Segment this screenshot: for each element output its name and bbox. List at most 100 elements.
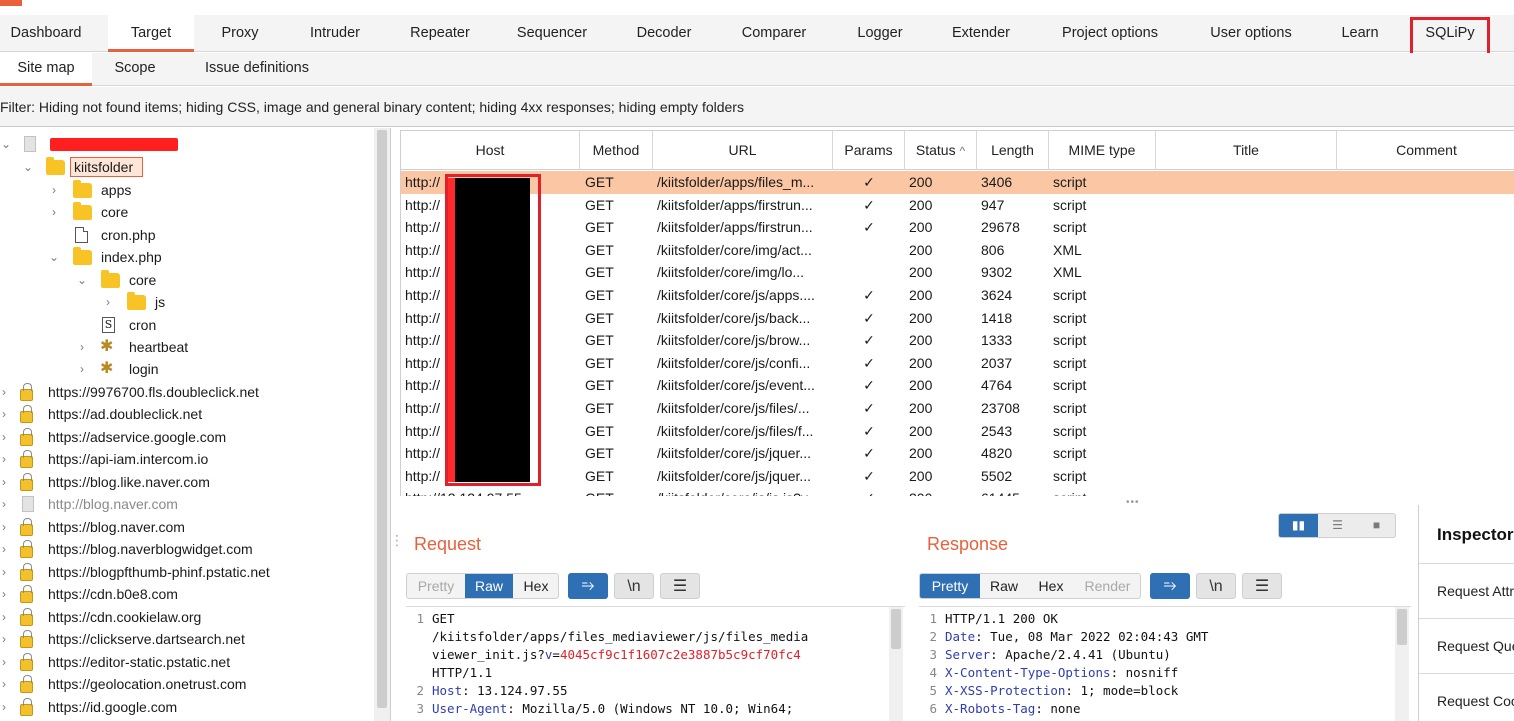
table-row[interactable]: http://GET/kiitsfolder/core/img/lo... 200… — [401, 261, 1514, 284]
table-row[interactable]: http://GET/kiitsfolder/core/js/brow... ✓ 2… — [401, 329, 1514, 352]
tab-repeater[interactable]: Repeater — [396, 15, 484, 51]
layout-tabs-icon[interactable]: ■ — [1357, 514, 1395, 537]
chevron-right-icon[interactable]: › — [0, 493, 10, 515]
chevron-right-icon[interactable]: › — [48, 179, 60, 201]
column-method[interactable]: Method — [580, 131, 653, 170]
tree-node-core[interactable]: › core — [0, 201, 370, 223]
chevron-right-icon[interactable]: › — [0, 448, 10, 470]
chevron-right-icon[interactable]: › — [0, 471, 10, 493]
request-hex-button[interactable]: Hex — [513, 574, 558, 598]
request-raw-button[interactable]: Raw — [465, 574, 513, 598]
tree-node-index-core[interactable]: ⌄ core — [0, 269, 370, 291]
tab-site-map[interactable]: Site map — [0, 53, 92, 86]
tab-sequencer[interactable]: Sequencer — [502, 15, 602, 51]
tree-host[interactable]: › https://id.google.com — [0, 696, 370, 718]
chevron-right-icon[interactable]: › — [0, 651, 10, 673]
tree-node-cron-php[interactable]: cron.php — [0, 224, 370, 246]
inspector-request-query-parameters[interactable]: Request Query Parameters — [1419, 618, 1514, 673]
chevron-right-icon[interactable]: › — [0, 696, 10, 718]
pane-splitter-handle[interactable]: ••• — [1126, 497, 1140, 508]
response-hex-button[interactable]: Hex — [1028, 574, 1074, 598]
tree-node-index-php[interactable]: ⌄ index.php — [0, 246, 370, 268]
table-row[interactable]: http://GET/kiitsfolder/core/img/act... 20… — [401, 239, 1514, 262]
chevron-right-icon[interactable]: › — [0, 516, 10, 538]
tab-extender[interactable]: Extender — [938, 15, 1024, 51]
chevron-right-icon[interactable]: › — [102, 291, 114, 313]
tree-node-apps[interactable]: › apps — [0, 179, 370, 201]
inspector-request-attributes[interactable]: Request Attributes — [1419, 563, 1514, 618]
column-url[interactable]: URL — [653, 131, 833, 170]
tree-host[interactable]: › https://9976700.fls.doubleclick.net — [0, 381, 370, 403]
tree-host[interactable]: › https://cdn.b0e8.com — [0, 583, 370, 605]
tree-scroll-thumb[interactable] — [377, 130, 387, 708]
tree-node-js[interactable]: › js — [0, 291, 370, 313]
tab-comparer[interactable]: Comparer — [728, 15, 820, 51]
chevron-right-icon[interactable]: › — [76, 358, 88, 380]
chevron-right-icon[interactable]: › — [0, 583, 10, 605]
chevron-down-icon[interactable]: ⌄ — [22, 156, 34, 178]
table-row[interactable]: http://GET/kiitsfolder/core/js/jquer... ✓… — [401, 442, 1514, 465]
tree-host[interactable]: › https://geolocation.onetrust.com — [0, 673, 370, 695]
request-editor[interactable]: 1 GET/kiitsfolder/apps/files_mediaviewer/… — [406, 606, 905, 721]
chevron-down-icon[interactable]: ⌄ — [0, 133, 12, 155]
tab-intruder[interactable]: Intruder — [293, 15, 377, 51]
tab-proxy[interactable]: Proxy — [205, 15, 275, 51]
response-render-button[interactable]: Render — [1074, 574, 1140, 598]
tree-scrollbar[interactable] — [374, 128, 390, 721]
table-row[interactable]: http://GET/kiitsfolder/apps/firstrun... ✓… — [401, 216, 1514, 239]
tab-logger[interactable]: Logger — [840, 15, 920, 51]
request-scroll-thumb[interactable] — [891, 609, 901, 649]
tree-node-login[interactable]: › ✱ login — [0, 358, 370, 380]
response-menu-icon[interactable]: ☰ — [1242, 573, 1282, 599]
filter-bar[interactable]: Filter: Hiding not found items; hiding C… — [0, 87, 1514, 127]
request-menu-icon[interactable]: ☰ — [660, 573, 700, 599]
tab-decoder[interactable]: Decoder — [620, 15, 708, 51]
tree-host[interactable]: › https://blog.naver.com — [0, 516, 370, 538]
response-pretty-button[interactable]: Pretty — [920, 574, 980, 598]
chevron-right-icon[interactable]: › — [0, 561, 10, 583]
table-row[interactable]: http://GET/kiitsfolder/apps/firstrun... ✓… — [401, 194, 1514, 217]
chevron-right-icon[interactable]: › — [0, 403, 10, 425]
tab-target[interactable]: Target — [108, 15, 194, 52]
chevron-right-icon[interactable]: › — [48, 201, 60, 223]
tab-scope[interactable]: Scope — [100, 53, 170, 85]
table-row[interactable]: http://GET/kiitsfolder/core/js/files/...… — [401, 397, 1514, 420]
column-status[interactable]: Status ^ — [905, 131, 977, 170]
table-row[interactable]: http://GET/kiitsfolder/apps/files_m... ✓ 2… — [401, 171, 1514, 194]
column-title[interactable]: Title — [1156, 131, 1337, 170]
chevron-right-icon[interactable]: › — [0, 673, 10, 695]
tree-host[interactable]: › https://cdn.cookielaw.org — [0, 606, 370, 628]
tree-host[interactable]: › https://blogpfthumb-phinf.pstatic.net — [0, 561, 370, 583]
chevron-down-icon[interactable]: ⌄ — [48, 246, 60, 268]
request-newline-icon[interactable]: \n — [614, 573, 654, 599]
tree-host[interactable]: › https://clickserve.dartsearch.net — [0, 628, 370, 650]
table-row[interactable]: http://GET/kiitsfolder/core/js/event... ✓… — [401, 374, 1514, 397]
tree-host[interactable]: › https://api-iam.intercom.io — [0, 448, 370, 470]
column-mime-type[interactable]: MIME type — [1049, 131, 1156, 170]
table-row[interactable]: http://GET/kiitsfolder/core/js/jquer... ✓… — [401, 465, 1514, 488]
tree-node-cron[interactable]: S cron — [0, 314, 370, 336]
tree-host[interactable]: › https://blog.like.naver.com — [0, 471, 370, 493]
column-params[interactable]: Params — [833, 131, 905, 170]
table-row[interactable]: http://GET/kiitsfolder/core/js/confi... ✓… — [401, 352, 1514, 375]
tab-project-options[interactable]: Project options — [1045, 15, 1175, 51]
tree-host[interactable]: › https://adservice.google.com — [0, 426, 370, 448]
table-row[interactable]: http://GET/kiitsfolder/core/js/apps.... ✓… — [401, 284, 1514, 307]
response-editor[interactable]: 1 HTTP/1.1 200 OK 2 Date: Tue, 08 Mar 2022 … — [919, 606, 1411, 721]
request-editor-scrollbar[interactable] — [889, 607, 903, 721]
response-scroll-thumb[interactable] — [1397, 609, 1407, 645]
chevron-right-icon[interactable]: › — [0, 606, 10, 628]
response-newline-icon[interactable]: \n — [1196, 573, 1236, 599]
column-comment[interactable]: Comment — [1337, 131, 1514, 170]
tab-learn[interactable]: Learn — [1326, 15, 1394, 51]
tree-host[interactable]: › https://blog.naverblogwidget.com — [0, 538, 370, 560]
tab-user-options[interactable]: User options — [1196, 15, 1306, 51]
tab-issue-definitions[interactable]: Issue definitions — [192, 53, 322, 85]
column-host[interactable]: Host — [401, 131, 580, 170]
response-wrap-lines-icon[interactable]: ⥱ — [1150, 573, 1190, 599]
tree-host[interactable]: › https://ad.doubleclick.net — [0, 403, 370, 425]
response-raw-button[interactable]: Raw — [980, 574, 1028, 598]
chevron-right-icon[interactable]: › — [0, 628, 10, 650]
tree-host[interactable]: › http://blog.naver.com — [0, 493, 370, 515]
chevron-right-icon[interactable]: › — [0, 381, 10, 403]
